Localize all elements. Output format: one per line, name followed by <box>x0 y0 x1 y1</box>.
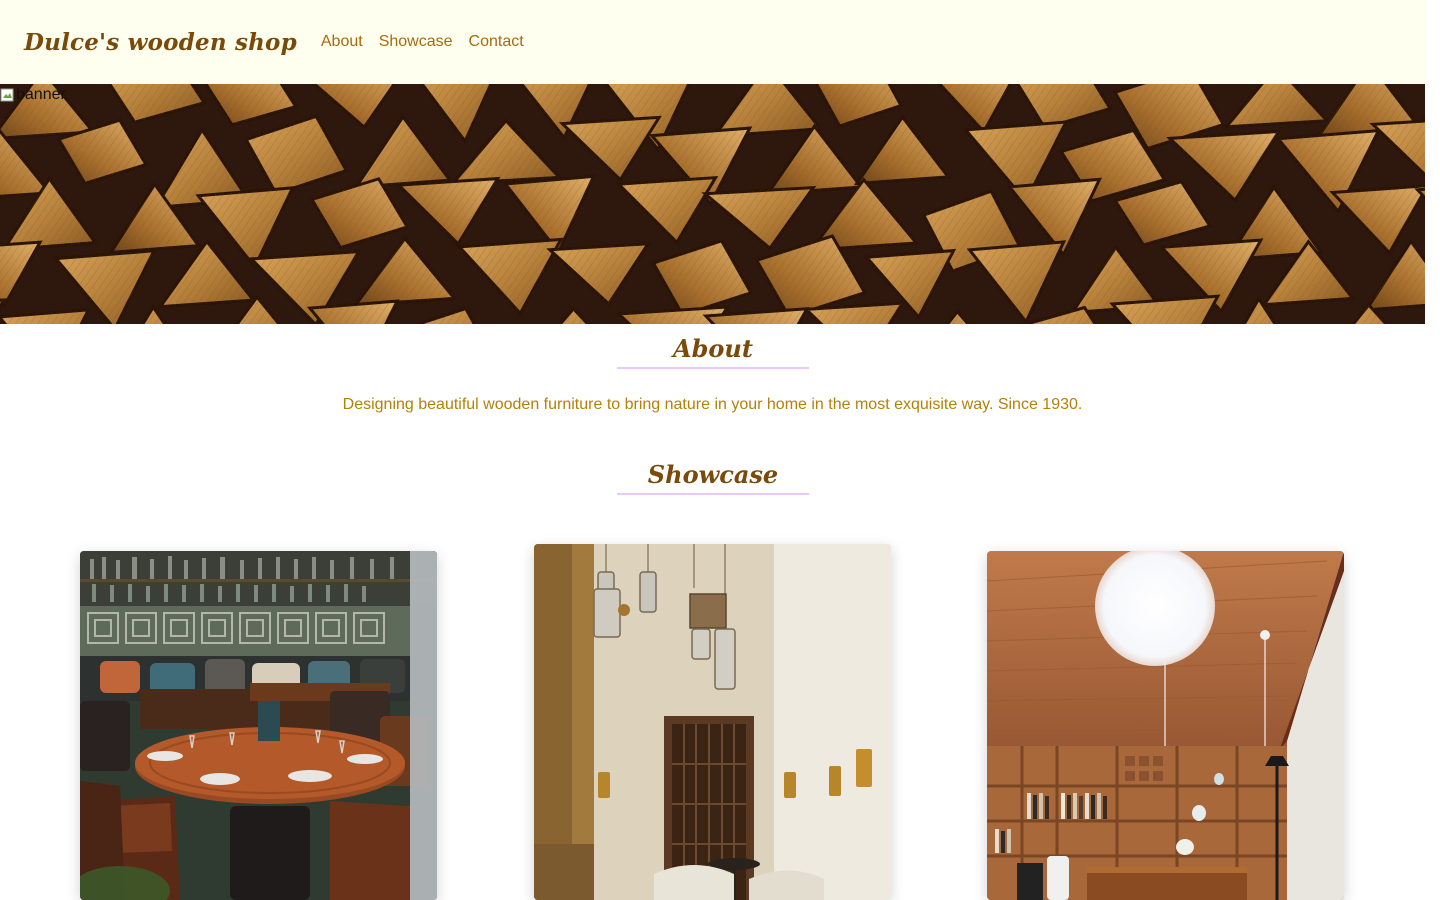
page: Dulce's wooden shop About Showcase Conta… <box>0 0 1425 900</box>
showcase-title: Showcase <box>617 460 809 495</box>
nav-links: About Showcase Contact <box>321 33 524 51</box>
courtyard-lanterns-photo <box>534 544 891 900</box>
firewood-pattern <box>0 84 1425 324</box>
wooden-library-room-photo <box>987 551 1344 900</box>
about-title: About <box>617 334 809 369</box>
showcase-card-courtyard[interactable] <box>534 544 891 900</box>
about-description: Designing beautiful wooden furniture to … <box>342 396 1083 413</box>
banner-image: banner <box>0 84 1425 324</box>
nav-link-contact[interactable]: Contact <box>469 33 524 51</box>
banner-alt-text: banner <box>0 86 66 104</box>
navbar: Dulce's wooden shop About Showcase Conta… <box>0 0 1425 84</box>
broken-image-icon <box>0 88 14 102</box>
brand-logo-link[interactable]: Dulce's wooden shop <box>24 29 297 56</box>
restaurant-dining-room-photo <box>80 551 437 900</box>
banner-alt-label: banner <box>16 86 66 103</box>
nav-link-about[interactable]: About <box>321 33 363 51</box>
showcase-card-restaurant[interactable] <box>80 551 437 900</box>
nav-link-showcase[interactable]: Showcase <box>379 33 453 51</box>
showcase-card-library[interactable] <box>987 551 1344 900</box>
